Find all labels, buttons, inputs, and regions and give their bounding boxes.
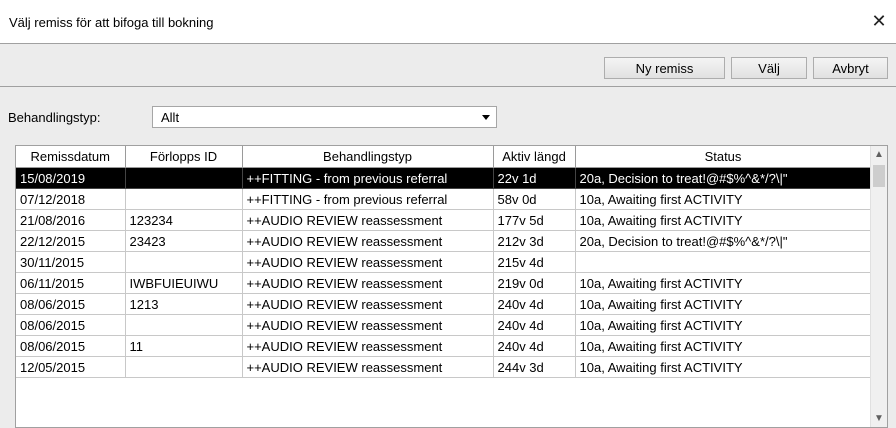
- column-header-status[interactable]: Status: [575, 146, 872, 168]
- cancel-button[interactable]: Avbryt: [813, 57, 888, 79]
- cell-forlopps-id: [125, 314, 243, 336]
- referral-grid: Remissdatum Förlopps ID Behandlingstyp Akti…: [16, 146, 872, 378]
- table-row[interactable]: 21/08/2016 123234 ++AUDIO REVIEW reassessm…: [16, 209, 872, 231]
- cell-aktiv-langd: 58v 0d: [493, 188, 576, 210]
- cell-aktiv-langd: 177v 5d: [493, 209, 576, 231]
- column-header-aktiv-langd[interactable]: Aktiv längd: [493, 146, 576, 168]
- cell-aktiv-langd: 240v 4d: [493, 314, 576, 336]
- cell-status: 10a, Awaiting first ACTIVITY: [575, 188, 872, 210]
- cell-status: [575, 251, 872, 273]
- cell-status: 10a, Awaiting first ACTIVITY: [575, 356, 872, 378]
- cell-status: 10a, Awaiting first ACTIVITY: [575, 209, 872, 231]
- cell-behandlingstyp: ++AUDIO REVIEW reassessment: [242, 272, 494, 294]
- cell-behandlingstyp: ++AUDIO REVIEW reassessment: [242, 293, 494, 315]
- cell-aktiv-langd: 240v 4d: [493, 293, 576, 315]
- vertical-scrollbar[interactable]: ▲ ▼: [870, 146, 887, 427]
- cell-forlopps-id: IWBFUIEUIWU: [125, 272, 243, 294]
- cell-aktiv-langd: 219v 0d: [493, 272, 576, 294]
- cell-forlopps-id: 1213: [125, 293, 243, 315]
- table-header-row: Remissdatum Förlopps ID Behandlingstyp Akti…: [16, 146, 872, 168]
- table-row[interactable]: 12/05/2015 ++AUDIO REVIEW reassessment 244…: [16, 356, 872, 378]
- table-row[interactable]: 08/06/2015 1213 ++AUDIO REVIEW reassessmen…: [16, 293, 872, 315]
- cell-status: 10a, Awaiting first ACTIVITY: [575, 293, 872, 315]
- cell-aktiv-langd: 22v 1d: [493, 167, 576, 189]
- treatment-type-value: Allt: [161, 110, 180, 125]
- cell-behandlingstyp: ++AUDIO REVIEW reassessment: [242, 251, 494, 273]
- treatment-type-select[interactable]: Allt: [152, 106, 497, 128]
- table-row[interactable]: 07/12/2018 ++FITTING - from previous refe…: [16, 188, 872, 210]
- cell-forlopps-id: 11: [125, 335, 243, 357]
- chevron-down-icon: [482, 115, 490, 120]
- cell-remissdatum: 21/08/2016: [16, 209, 126, 231]
- cell-forlopps-id: 23423: [125, 230, 243, 252]
- cell-behandlingstyp: ++AUDIO REVIEW reassessment: [242, 314, 494, 336]
- cell-forlopps-id: [125, 188, 243, 210]
- cell-forlopps-id: [125, 356, 243, 378]
- title-bar: Välj remiss för att bifoga till bokning …: [0, 0, 896, 43]
- cell-remissdatum: 22/12/2015: [16, 230, 126, 252]
- table-row[interactable]: 06/11/2015 IWBFUIEUIWU ++AUDIO REVIEW reas…: [16, 272, 872, 294]
- column-header-behandlingstyp[interactable]: Behandlingstyp: [242, 146, 494, 168]
- cell-forlopps-id: [125, 167, 243, 189]
- cell-behandlingstyp: ++AUDIO REVIEW reassessment: [242, 209, 494, 231]
- treatment-type-label: Behandlingstyp:: [8, 110, 101, 125]
- chevron-up-icon[interactable]: ▲: [871, 146, 887, 163]
- referral-table: Remissdatum Förlopps ID Behandlingstyp Akti…: [15, 145, 888, 428]
- chevron-down-icon[interactable]: ▼: [871, 410, 887, 427]
- cell-remissdatum: 07/12/2018: [16, 188, 126, 210]
- table-row[interactable]: 22/12/2015 23423 ++AUDIO REVIEW reassessme…: [16, 230, 872, 252]
- cell-aktiv-langd: 240v 4d: [493, 335, 576, 357]
- table-row[interactable]: 08/06/2015 ++AUDIO REVIEW reassessment 240…: [16, 314, 872, 336]
- cell-status: 10a, Awaiting first ACTIVITY: [575, 335, 872, 357]
- table-row[interactable]: 30/11/2015 ++AUDIO REVIEW reassessment 215…: [16, 251, 872, 273]
- cell-aktiv-langd: 244v 3d: [493, 356, 576, 378]
- cell-status: 10a, Awaiting first ACTIVITY: [575, 272, 872, 294]
- cell-behandlingstyp: ++AUDIO REVIEW reassessment: [242, 230, 494, 252]
- cell-remissdatum: 08/06/2015: [16, 293, 126, 315]
- new-referral-button[interactable]: Ny remiss: [604, 57, 725, 79]
- close-icon[interactable]: ✕: [868, 10, 890, 32]
- column-header-forlopps-id[interactable]: Förlopps ID: [125, 146, 243, 168]
- table-body: 15/08/2019 ++FITTING - from previous refe…: [16, 167, 872, 378]
- toolbar: Ny remiss Välj Avbryt: [0, 43, 896, 87]
- cell-forlopps-id: 123234: [125, 209, 243, 231]
- cell-behandlingstyp: ++FITTING - from previous referral: [242, 167, 494, 189]
- cell-status: 20a, Decision to treat!@#$%^&*/?\|": [575, 167, 872, 189]
- cell-behandlingstyp: ++AUDIO REVIEW reassessment: [242, 356, 494, 378]
- cell-status: 20a, Decision to treat!@#$%^&*/?\|": [575, 230, 872, 252]
- table-row[interactable]: 08/06/2015 11 ++AUDIO REVIEW reassessment 2…: [16, 335, 872, 357]
- select-button[interactable]: Välj: [731, 57, 807, 79]
- column-header-remissdatum[interactable]: Remissdatum: [16, 146, 126, 168]
- cell-remissdatum: 12/05/2015: [16, 356, 126, 378]
- cell-remissdatum: 15/08/2019: [16, 167, 126, 189]
- cell-remissdatum: 08/06/2015: [16, 314, 126, 336]
- cell-remissdatum: 06/11/2015: [16, 272, 126, 294]
- cell-aktiv-langd: 215v 4d: [493, 251, 576, 273]
- window-title: Välj remiss för att bifoga till bokning: [9, 15, 214, 30]
- cell-forlopps-id: [125, 251, 243, 273]
- scroll-thumb[interactable]: [873, 165, 885, 187]
- cell-behandlingstyp: ++FITTING - from previous referral: [242, 188, 494, 210]
- table-row[interactable]: 15/08/2019 ++FITTING - from previous refe…: [16, 167, 872, 189]
- cell-remissdatum: 30/11/2015: [16, 251, 126, 273]
- cell-behandlingstyp: ++AUDIO REVIEW reassessment: [242, 335, 494, 357]
- dialog-content: Behandlingstyp: Allt Remissdatum Förlopps…: [0, 87, 896, 428]
- cell-remissdatum: 08/06/2015: [16, 335, 126, 357]
- cell-aktiv-langd: 212v 3d: [493, 230, 576, 252]
- cell-status: 10a, Awaiting first ACTIVITY: [575, 314, 872, 336]
